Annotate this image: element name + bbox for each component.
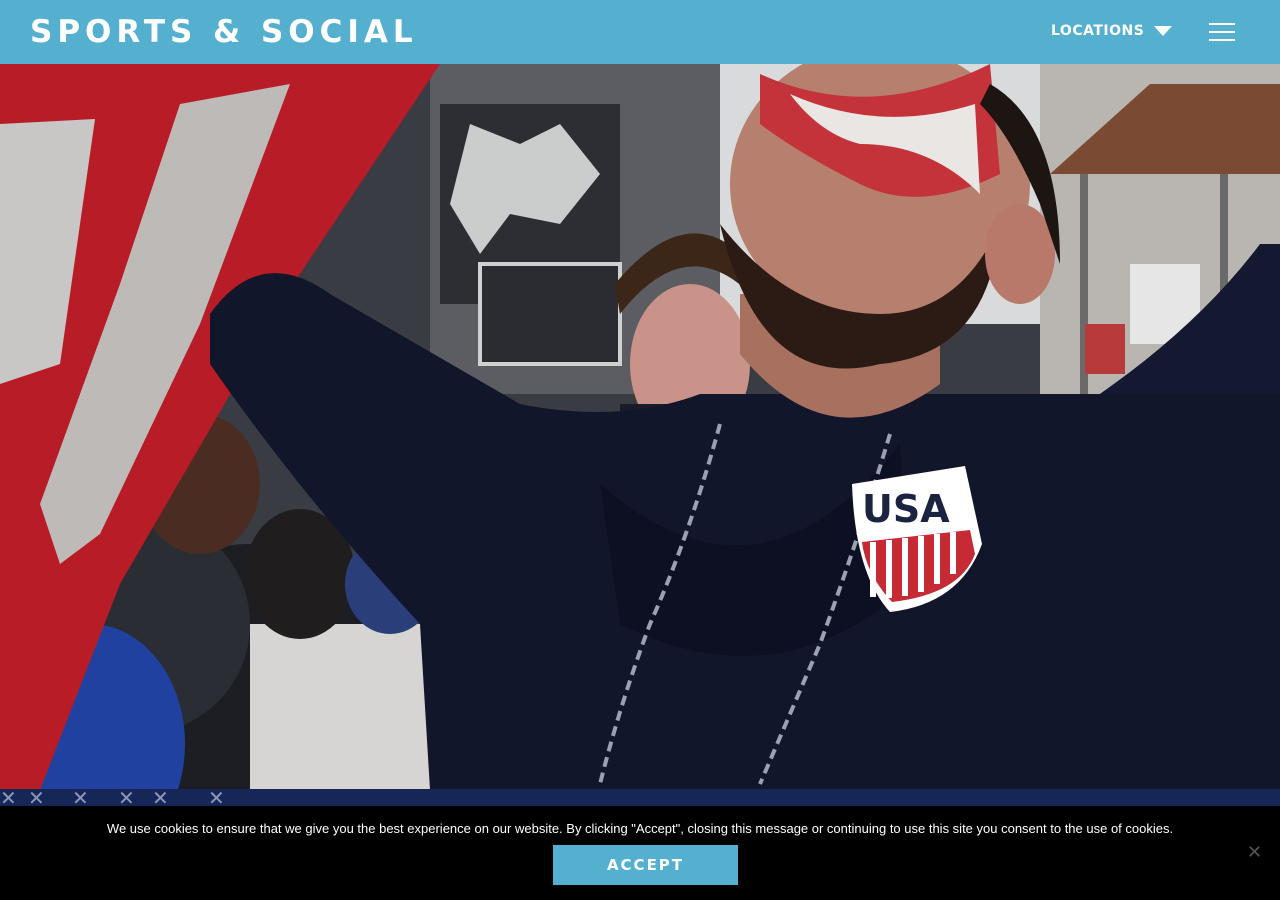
site-header: SPORTS & SOCIAL LOCATIONS	[0, 0, 1280, 64]
locations-dropdown[interactable]: LOCATIONS	[1051, 20, 1173, 42]
hero-video: USA	[0, 64, 1280, 790]
cookie-message: We use cookies to ensure that we give yo…	[106, 821, 1174, 836]
hero-image: USA	[0, 64, 1280, 790]
caret-down-icon	[1154, 26, 1173, 36]
decorative-stripe: ✕ ✕ ✕ ✕ ✕ ✕	[0, 786, 1280, 810]
crest-text: USA	[862, 487, 950, 531]
site-logo[interactable]: SPORTS & SOCIAL	[30, 13, 418, 51]
cookie-banner: We use cookies to ensure that we give yo…	[0, 806, 1280, 900]
locations-label: LOCATIONS	[1051, 23, 1145, 39]
accept-button[interactable]: ACCEPT	[553, 845, 738, 885]
close-icon[interactable]: ✕	[1247, 842, 1262, 863]
hamburger-menu-icon[interactable]	[1209, 23, 1235, 42]
